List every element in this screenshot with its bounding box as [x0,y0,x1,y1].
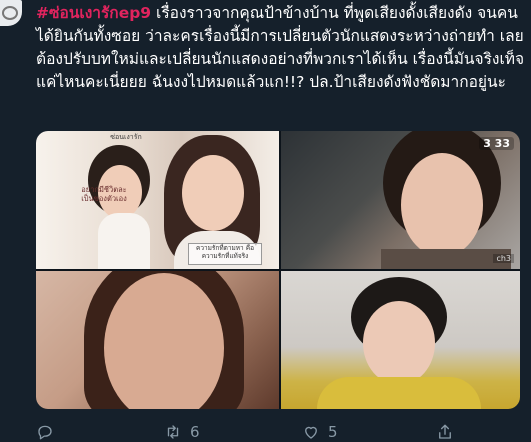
reply-icon [38,425,52,440]
face-shape [401,153,483,257]
tweet-actions: 6 5 [36,418,520,441]
face-shape [363,301,435,385]
image-1[interactable]: ซ่อนเงารัก อยากมีชีวิตละ เป็นของตัวเอง ค… [36,131,279,269]
clothing-shape [381,249,511,269]
channel-badge: 3 33 [479,137,514,150]
retweet-button[interactable]: 6 [164,422,200,442]
tweet-text: #ซ่อนเงารักep9 เรื่องราวจากคุณป้าข้างบ้า… [36,2,526,94]
channel-tag: ch3 [493,254,514,263]
poster-text-left: อยากมีชีวิตละ เป็นของตัวเอง [81,185,127,203]
share-button[interactable] [436,422,454,442]
avatar[interactable] [0,0,22,26]
image-2[interactable]: 3 33 ch3 [281,131,520,269]
image-3[interactable] [36,271,279,409]
heart-icon [305,426,317,439]
retweet-count: 6 [190,423,200,441]
share-icon [439,424,451,439]
media-grid: ซ่อนเงารัก อยากมีชีวิตละ เป็นของตัวเอง ค… [36,131,520,409]
like-button[interactable]: 5 [302,422,338,442]
clothing-shape [317,377,481,409]
face-shape [182,155,244,231]
image-4[interactable] [281,271,520,409]
like-count: 5 [328,423,338,441]
hashtag-link[interactable]: #ซ่อนเงารักep9 [36,4,151,22]
clothing-shape [98,213,150,269]
poster-text-bottom: ความรักที่ตามหา คือความรักที่แท้จริง [188,243,262,265]
poster-text-top: ซ่อนเงารัก [110,133,142,141]
reply-button[interactable] [36,422,62,442]
retweet-icon [167,425,179,439]
